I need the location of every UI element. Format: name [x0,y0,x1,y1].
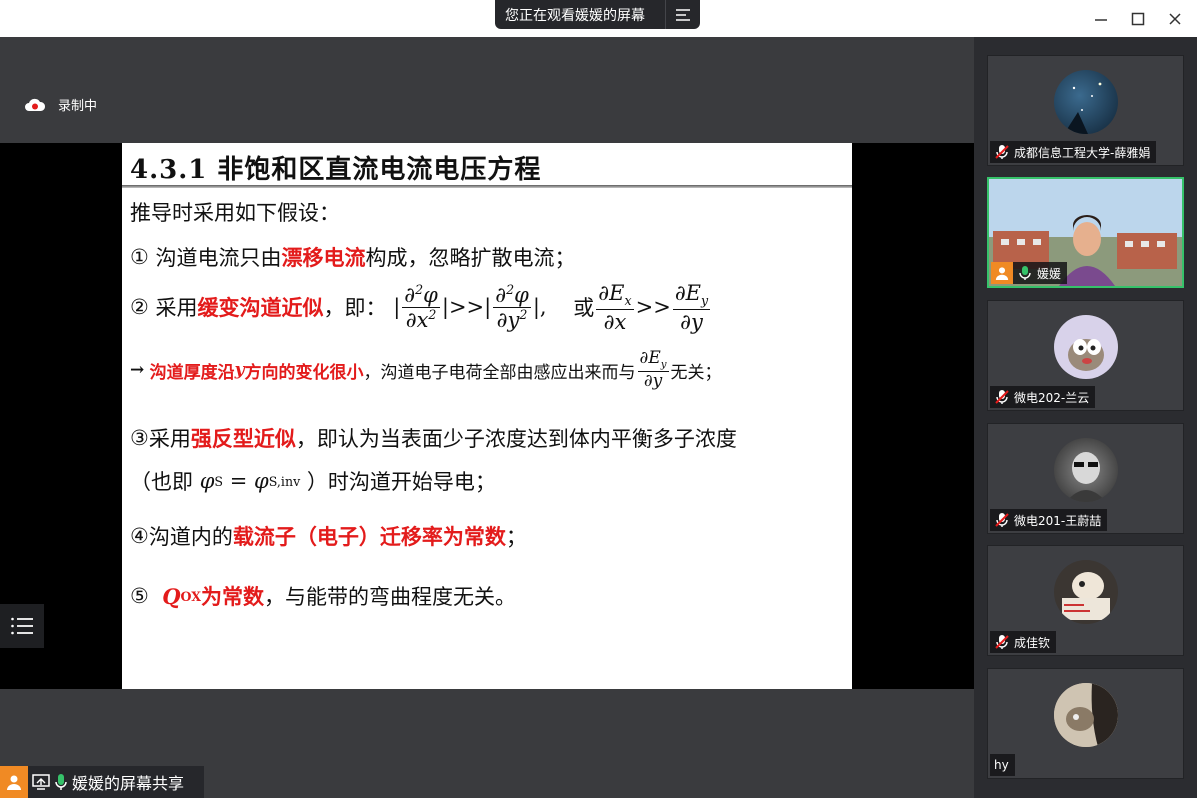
share-menu-button[interactable] [665,0,700,29]
title-bar: 您正在观看媛媛的屏幕 [0,0,1197,37]
slide-intro: 推导时采用如下假设： [130,201,340,225]
host-badge [991,262,1013,284]
assumption-5: ⑤ Q OX 为常数 ，与能带的弯曲程度无关。 [130,583,517,610]
equation-dEy-dy: ∂Ey ∂y [672,281,711,334]
share-status-pill[interactable]: 您正在观看媛媛的屏幕 [495,0,700,29]
avatar [1054,70,1118,134]
equation-d2phi-dy2: ∂2φ ∂y2 [493,281,531,332]
close-icon [1169,13,1181,25]
assumption-3-cont: （也即 φS = φ S,inv ）时沟道开始导电； [130,469,496,494]
participant-tile[interactable]: 微电202-兰云 [987,300,1184,411]
avatar [1054,683,1118,747]
screen-share-icon [32,774,50,790]
avatar [1054,560,1118,624]
equation-d2phi-dx2: ∂2φ ∂x2 [402,281,440,332]
participants-panel: 成都信息工程大学-薛雅娟 媛媛 微电202-兰云 微电201-王蔚喆 成佳钦 h… [974,37,1197,798]
microphone-icon [55,774,67,790]
microphone-muted-icon [995,635,1009,649]
participant-name: 微电202-兰云 [1014,390,1090,405]
assumption-4: ④ 沟道内的 载流子（电子）迁移率为常数 ； [130,524,527,549]
slide-list-button[interactable] [0,604,44,648]
menu-list-icon [676,8,690,21]
assumption-2: ② 采用 缓变沟道近似 ，即： | ∂2φ ∂x2 | >> | ∂2φ ∂y2… [130,281,711,334]
assumption-2-note: → 沟道厚度沿 y 方向的变化很小 ，沟道电子电荷全部由感应出来而与 ∂Ey ∂… [130,348,722,392]
participant-name-tag: hy [990,754,1015,776]
participant-name: 媛媛 [1037,266,1062,281]
maximize-button[interactable] [1127,8,1149,30]
participant-name: hy [994,758,1009,772]
equation-dEy-dy-small: ∂Ey ∂y [637,348,669,392]
presentation-slide: 4.3.1 非饱和区直流电流电压方程 推导时采用如下假设： ① 沟道电流只由 漂… [122,143,852,689]
microphone-muted-icon [995,145,1009,159]
microphone-muted-icon [995,390,1009,404]
avatar [1054,315,1118,379]
equation-dEx-dx: ∂Ex ∂x [596,281,634,334]
participant-name-tag: 微电201-王蔚喆 [990,509,1108,531]
participant-tile[interactable]: 微电201-王蔚喆 [987,423,1184,534]
participant-name-tag: 成佳钦 [990,631,1057,653]
participant-name: 成佳钦 [1014,635,1051,650]
participant-name-tag: 微电202-兰云 [990,386,1096,408]
screen-share-area: 4.3.1 非饱和区直流电流电压方程 推导时采用如下假设： ① 沟道电流只由 漂… [0,143,974,689]
minimize-button[interactable] [1090,8,1112,30]
assumption-3: ③ 采用 强反型近似 ，即认为当表面少子浓度达到体内平衡多子浓度 [130,426,737,451]
screen-share-label-bar[interactable]: 媛媛的屏幕共享 [0,766,204,798]
screen-share-owner-label: 媛媛的屏幕共享 [72,774,185,793]
user-icon [7,775,21,790]
participant-tile-active[interactable]: 媛媛 [987,177,1184,288]
minimize-icon [1095,19,1107,21]
cloud-record-icon [25,98,46,111]
recording-indicator[interactable]: 录制中 [24,95,97,114]
slide-title: 4.3.1 非饱和区直流电流电压方程 [130,155,542,185]
assumption-1: ① 沟道电流只由 漂移电流 构成，忽略扩散电流； [130,245,576,270]
participant-name-tag: 成都信息工程大学-薛雅娟 [990,141,1157,163]
participant-tile[interactable]: 成佳钦 [987,545,1184,656]
share-status-text: 您正在观看媛媛的屏幕 [505,7,645,24]
close-button[interactable] [1164,8,1186,30]
recording-label: 录制中 [58,99,98,114]
participant-tile[interactable]: 成都信息工程大学-薛雅娟 [987,55,1184,166]
title-divider [122,185,852,188]
microphone-muted-icon [995,513,1009,527]
participant-name-tag: 媛媛 [991,262,1068,284]
main-view: 录制中 4.3.1 非饱和区直流电流电压方程 推导时采用如下假设： ① 沟道电流… [0,37,974,798]
maximize-icon [1131,12,1145,26]
participant-name: 微电201-王蔚喆 [1014,513,1102,528]
avatar [1054,438,1118,502]
participant-tile[interactable]: hy [987,668,1184,779]
participant-name: 成都信息工程大学-薛雅娟 [1014,145,1151,160]
microphone-icon [1019,266,1031,280]
user-icon [995,267,1009,280]
host-user-badge [0,766,28,798]
list-icon [11,617,33,635]
